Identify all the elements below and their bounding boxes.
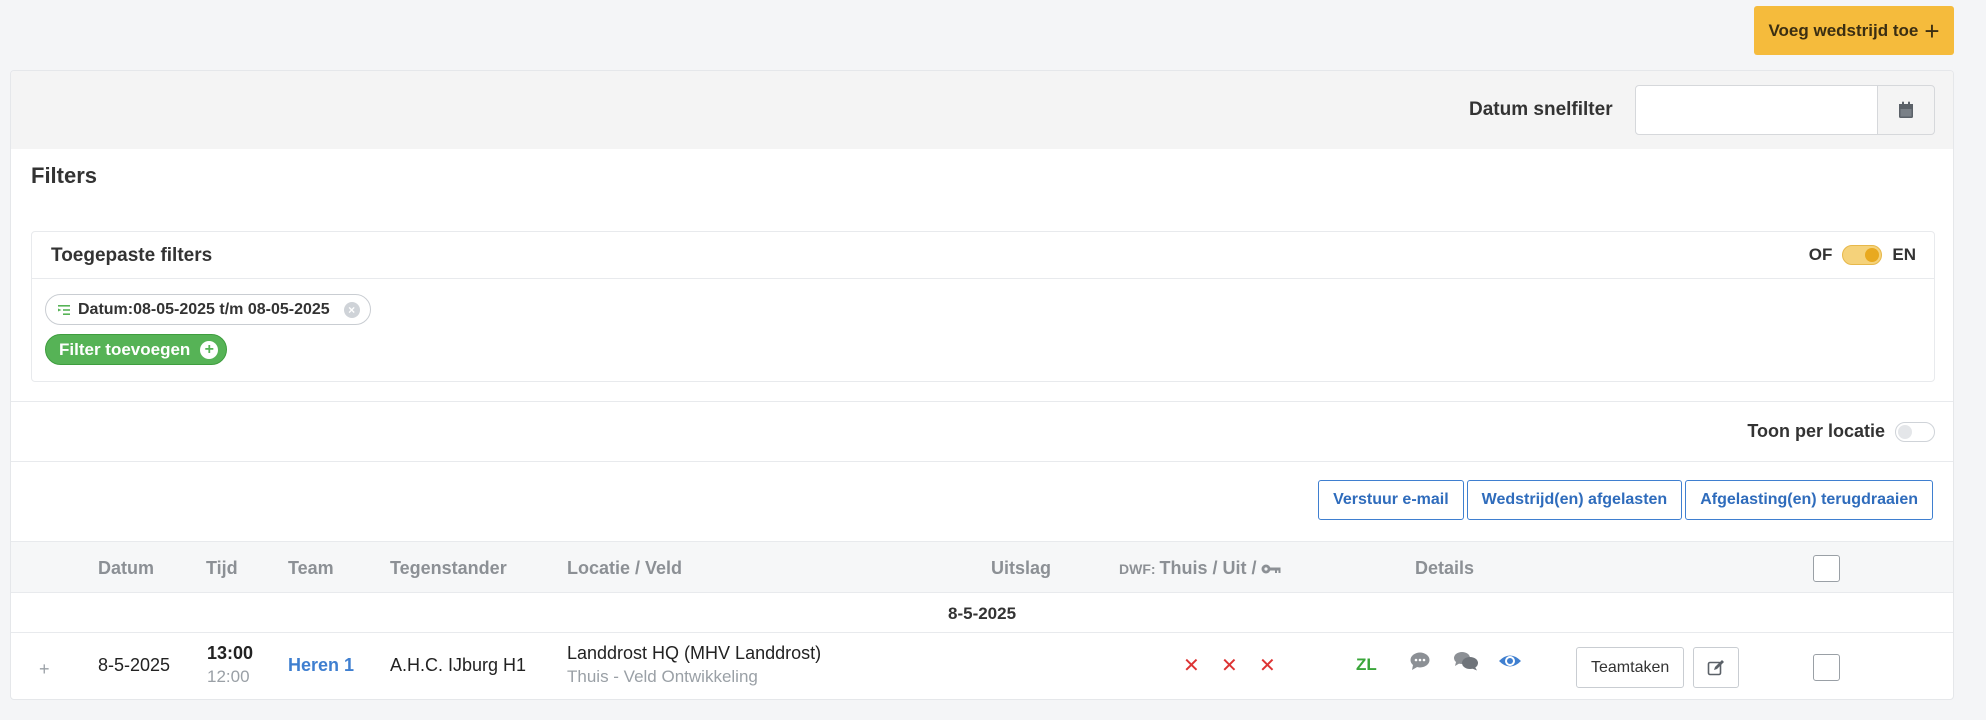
applied-filters-header: Toegepaste filters OF EN <box>32 232 1934 279</box>
column-header-locatie[interactable]: Locatie / Veld <box>567 558 682 579</box>
filter-chip-label: Datum:08-05-2025 t/m 08-05-2025 <box>78 300 330 318</box>
dwf-prefix: DWF: <box>1119 560 1156 577</box>
filters-title: Filters <box>31 163 98 188</box>
row-location: Landdrost HQ (MHV Landdrost) <box>567 643 822 663</box>
logic-and-label: EN <box>1892 245 1916 264</box>
bulk-actions: Verstuur e-mail Wedstrijd(en) afgelasten… <box>1318 480 1933 520</box>
row-time-sub: 12:00 <box>207 667 250 686</box>
column-header-team[interactable]: Team <box>288 558 334 579</box>
column-header-details: Details <box>1415 558 1475 578</box>
dwf-key-status-icon: ✕ <box>1259 655 1276 677</box>
row-location-sub: Thuis - Veld Ontwikkeling <box>567 667 758 686</box>
add-match-button[interactable]: Voeg wedstrijd toe + <box>1754 6 1954 55</box>
table-header: Datum Tijd Team Tegenstander Locatie / V… <box>11 541 1953 593</box>
per-location-switch[interactable] <box>1895 421 1935 442</box>
team-tasks-button[interactable]: Teamtaken <box>1576 647 1685 688</box>
zl-badge: ZL <box>1356 655 1377 674</box>
plus-circle-icon: + <box>200 340 219 359</box>
key-icon <box>1261 564 1281 573</box>
date-group-row: 8-5-2025 <box>11 593 1953 633</box>
filter-chip-datum[interactable]: Datum:08-05-2025 t/m 08-05-2025 × <box>45 294 371 325</box>
group-date: 8-5-2025 <box>948 604 1017 623</box>
date-quickfilter-bar: Datum snelfilter <box>11 71 1953 149</box>
switch-knob <box>1898 424 1912 439</box>
dwf-away-status-icon: ✕ <box>1221 655 1238 677</box>
row-checkbox[interactable] <box>1813 654 1840 681</box>
row-time: 13:00 <box>207 643 254 663</box>
undo-cancel-button[interactable]: Afgelasting(en) terugdraaien <box>1685 480 1933 520</box>
per-location-label: Toon per locatie <box>1747 421 1885 441</box>
switch-knob <box>1865 248 1880 262</box>
dwf-home-status-icon: ✕ <box>1183 655 1200 677</box>
add-filter-button[interactable]: Filter toevoegen + <box>45 334 228 365</box>
column-header-tegenstander[interactable]: Tegenstander <box>390 558 507 579</box>
column-header-tijd[interactable]: Tijd <box>206 558 238 579</box>
send-email-button[interactable]: Verstuur e-mail <box>1318 480 1464 520</box>
dwf-label: Thuis / Uit / <box>1159 558 1257 578</box>
row-team-link[interactable]: Heren 1 <box>288 655 354 676</box>
column-header-dwf: DWF: Thuis / Uit / <box>1119 558 1281 579</box>
row-opponent: A.H.C. IJburg H1 <box>390 655 527 675</box>
table-row: + 8-5-2025 13:00 12:00 Heren 1 A.H.C. IJ… <box>11 633 1953 699</box>
date-quickfilter-label: Datum snelfilter <box>1469 99 1613 120</box>
column-header-uitslag[interactable]: Uitslag <box>991 558 1051 579</box>
edit-button[interactable] <box>1693 647 1739 688</box>
applied-filters-title: Toegepaste filters <box>51 245 213 266</box>
plus-icon: + <box>1924 15 1940 46</box>
add-match-label: Voeg wedstrijd toe <box>1768 20 1919 40</box>
filter-list-icon <box>58 304 70 315</box>
edit-icon <box>1707 659 1724 675</box>
select-all-checkbox[interactable] <box>1813 555 1840 582</box>
per-location-toggle: Toon per locatie <box>1747 421 1935 442</box>
divider <box>11 401 1953 402</box>
column-header-datum[interactable]: Datum <box>98 558 154 579</box>
row-date: 8-5-2025 <box>98 655 171 675</box>
comments-icon[interactable] <box>1453 651 1479 671</box>
add-filter-label: Filter toevoegen <box>59 339 191 359</box>
eye-icon[interactable] <box>1498 651 1522 671</box>
cancel-matches-button[interactable]: Wedstrijd(en) afgelasten <box>1466 480 1683 520</box>
comment-icon[interactable] <box>1409 651 1431 671</box>
divider <box>11 461 1953 462</box>
applied-filters-card: Toegepaste filters OF EN Datum:08-05-202… <box>31 231 1935 382</box>
expand-row-icon[interactable]: + <box>39 659 50 680</box>
logic-switch[interactable] <box>1842 245 1883 265</box>
calendar-button[interactable] <box>1877 85 1935 135</box>
close-icon[interactable]: × <box>343 301 360 318</box>
logic-or-label: OF <box>1808 245 1833 264</box>
filter-logic-toggle: OF EN <box>1809 245 1916 265</box>
date-quickfilter-input[interactable] <box>1635 85 1878 135</box>
matches-panel: Datum snelfilter Filters Toegepaste filt… <box>10 70 1954 700</box>
calendar-icon <box>1899 101 1913 118</box>
